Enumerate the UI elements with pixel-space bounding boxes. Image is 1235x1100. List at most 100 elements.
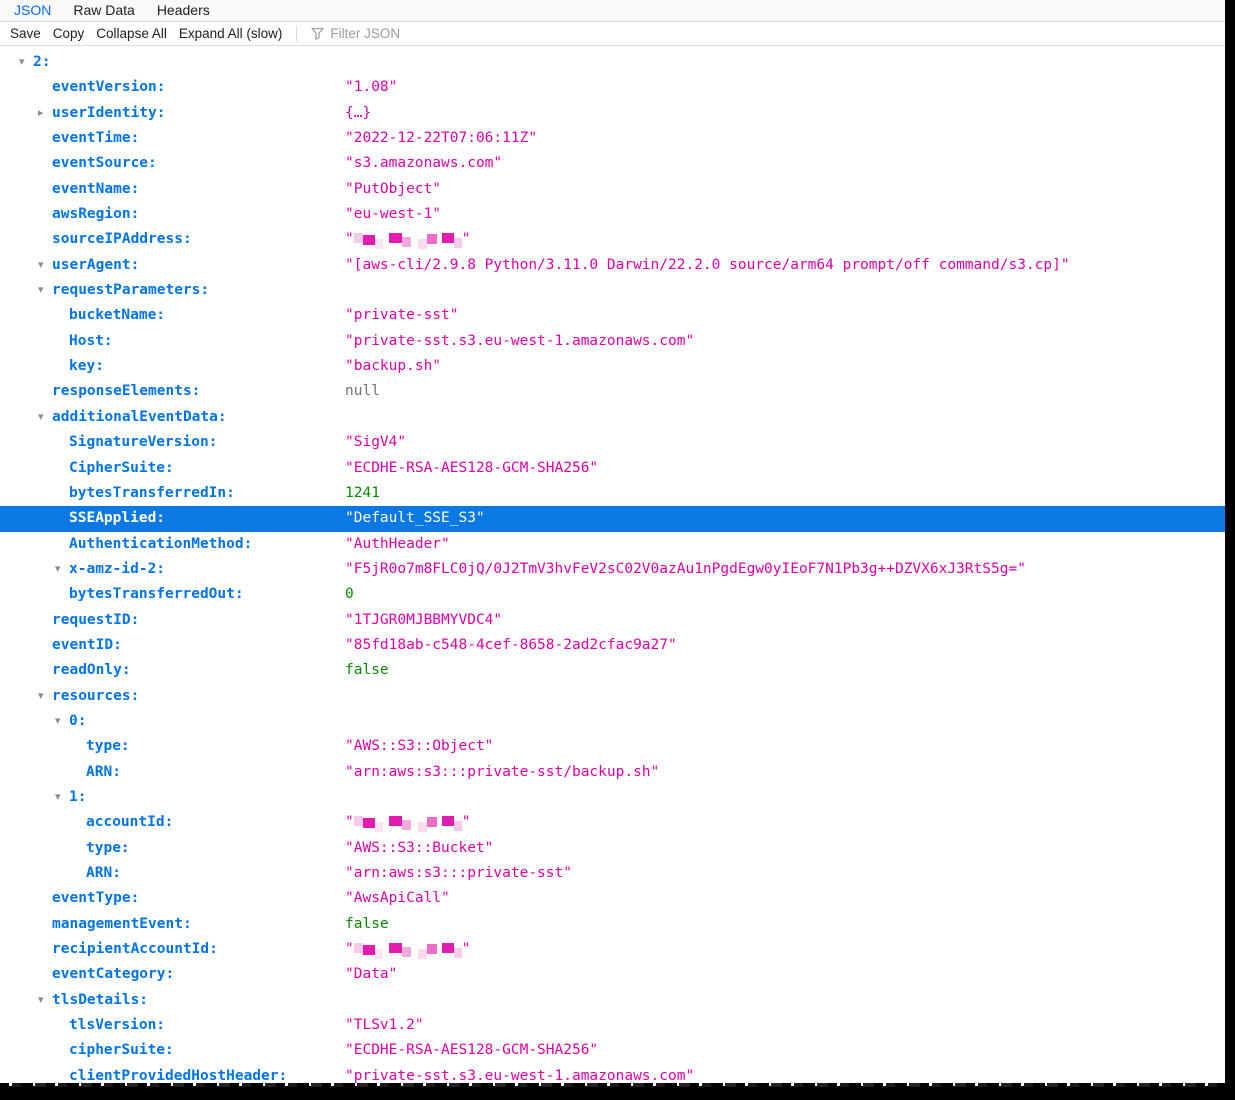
tab-headers[interactable]: Headers — [157, 0, 210, 21]
redaction-bar-right — [1225, 0, 1235, 1100]
json-row-CipherSuite[interactable]: CipherSuite:"ECDHE-RSA-AES128-GCM-SHA256… — [0, 456, 1235, 481]
redaction-bar-bottom — [0, 1086, 1235, 1100]
json-key: readOnly: — [52, 658, 131, 683]
json-row-eventType[interactable]: eventType:"AwsApiCall" — [0, 886, 1235, 911]
funnel-icon — [311, 27, 324, 40]
json-value: "eu-west-1" — [345, 202, 441, 227]
json-row-managementEvent[interactable]: managementEvent: false — [0, 912, 1235, 937]
collapse-arrow-icon[interactable]: ▾ — [55, 557, 61, 582]
tab-json[interactable]: JSON — [14, 0, 51, 21]
json-key: managementEvent: — [52, 912, 192, 937]
json-value: null — [345, 379, 380, 404]
collapse-arrow-icon[interactable]: ▾ — [38, 988, 44, 1013]
json-key: eventID: — [52, 633, 122, 658]
json-key: type: — [86, 734, 130, 759]
redacted-value: "" — [345, 810, 470, 835]
json-row-key[interactable]: key:"backup.sh" — [0, 354, 1235, 379]
json-row-tlsDetails[interactable]: ▾ tlsDetails: — [0, 988, 1235, 1013]
redacted-value: "" — [345, 937, 470, 962]
json-row-Host[interactable]: Host:"private-sst.s3.eu-west-1.amazonaws… — [0, 329, 1235, 354]
json-row-cipherSuite[interactable]: cipherSuite:"ECDHE-RSA-AES128-GCM-SHA256… — [0, 1038, 1235, 1063]
json-key: 0: — [69, 709, 86, 734]
json-viewer: JSON Raw Data Headers Save Copy Collapse… — [0, 0, 1235, 1100]
json-value: "private-sst.s3.eu-west-1.amazonaws.com" — [345, 329, 694, 354]
json-row-sourceIPAddress[interactable]: sourceIPAddress:"" — [0, 227, 1235, 252]
json-row-eventSource[interactable]: eventSource:"s3.amazonaws.com" — [0, 151, 1235, 176]
json-key: sourceIPAddress: — [52, 227, 192, 252]
expand-arrow-icon[interactable]: ▸ — [38, 101, 44, 126]
json-row-recipientAccountId[interactable]: recipientAccountId: "" — [0, 937, 1235, 962]
collapse-arrow-icon[interactable]: ▾ — [55, 785, 61, 810]
json-row-tlsVersion[interactable]: tlsVersion: "TLSv1.2" — [0, 1013, 1235, 1038]
json-key: accountId: — [86, 810, 173, 835]
json-row-awsRegion[interactable]: awsRegion: "eu-west-1" — [0, 202, 1235, 227]
json-row-accountId[interactable]: accountId: "" — [0, 810, 1235, 835]
json-value: 0 — [345, 582, 354, 607]
json-row-requestParameters[interactable]: ▾requestParameters: — [0, 278, 1235, 303]
json-row-0[interactable]: ▾ 0: — [0, 709, 1235, 734]
json-key: awsRegion: — [52, 202, 139, 227]
json-row-x-amz-id-2[interactable]: ▾x-amz-id-2:"F5jR0o7m8FLC0jQ/0J2TmV3hvFe… — [0, 557, 1235, 582]
collapse-arrow-icon[interactable]: ▾ — [19, 50, 25, 75]
json-row-responseElements[interactable]: responseElements:null — [0, 379, 1235, 404]
json-row-userAgent[interactable]: ▾userAgent:"[aws-cli/2.9.8 Python/3.11.0… — [0, 253, 1235, 278]
json-row-bucketName[interactable]: bucketName:"private-sst" — [0, 303, 1235, 328]
filter-json-input[interactable]: Filter JSON — [311, 26, 400, 41]
json-key: eventName: — [52, 177, 139, 202]
json-row-AuthenticationMethod[interactable]: AuthenticationMethod:"AuthHeader" — [0, 532, 1235, 557]
json-row-bytesTransferredOut[interactable]: bytesTransferredOut:0 — [0, 582, 1235, 607]
json-row-SignatureVersion[interactable]: SignatureVersion:"SigV4" — [0, 430, 1235, 455]
json-row-readOnly[interactable]: readOnly:false — [0, 658, 1235, 683]
collapse-arrow-icon[interactable]: ▾ — [38, 278, 44, 303]
json-row-resources[interactable]: ▾resources: — [0, 684, 1235, 709]
json-row-eventVersion[interactable]: eventVersion:"1.08" — [0, 75, 1235, 100]
json-key: eventCategory: — [52, 962, 174, 987]
json-key: eventType: — [52, 886, 139, 911]
json-key: recipientAccountId: — [52, 937, 218, 962]
collapse-arrow-icon[interactable]: ▾ — [55, 709, 61, 734]
json-row-type[interactable]: type:"AWS::S3::Object" — [0, 734, 1235, 759]
collapse-arrow-icon[interactable]: ▾ — [38, 253, 44, 278]
json-key: tlsVersion: — [69, 1013, 165, 1038]
save-button[interactable]: Save — [10, 26, 41, 41]
json-key: 2: — [33, 50, 50, 75]
json-row-ARN[interactable]: ARN:"arn:aws:s3:::private-sst/backup.sh" — [0, 760, 1235, 785]
json-value: "ECDHE-RSA-AES128-GCM-SHA256" — [345, 456, 598, 481]
tab-raw-data[interactable]: Raw Data — [73, 0, 134, 21]
expand-all-button[interactable]: Expand All (slow) — [179, 26, 283, 41]
copy-button[interactable]: Copy — [53, 26, 85, 41]
json-value: "F5jR0o7m8FLC0jQ/0J2TmV3hvFeV2sC02V0azAu… — [345, 557, 1026, 582]
collapse-arrow-icon[interactable]: ▾ — [38, 684, 44, 709]
json-key: eventSource: — [52, 151, 157, 176]
json-value: "[aws-cli/2.9.8 Python/3.11.0 Darwin/22.… — [345, 253, 1070, 278]
json-key: key: — [69, 354, 104, 379]
json-row-2[interactable]: ▾ 2: — [0, 50, 1235, 75]
json-key: bucketName: — [69, 303, 165, 328]
json-row-eventCategory[interactable]: eventCategory:"Data" — [0, 962, 1235, 987]
collapse-all-button[interactable]: Collapse All — [96, 26, 167, 41]
json-key: userIdentity: — [52, 101, 166, 126]
json-key: additionalEventData: — [52, 405, 227, 430]
json-key: type: — [86, 836, 130, 861]
json-row-requestID[interactable]: requestID:"1TJGR0MJBBMYVDC4" — [0, 608, 1235, 633]
json-row-1[interactable]: ▾1: — [0, 785, 1235, 810]
json-row-userIdentity[interactable]: ▸ userIdentity: {…} — [0, 101, 1235, 126]
json-row-eventTime[interactable]: eventTime:"2022-12-22T07:06:11Z" — [0, 126, 1235, 151]
json-row-bytesTransferredIn[interactable]: bytesTransferredIn:1241 — [0, 481, 1235, 506]
json-row-eventID[interactable]: eventID:"85fd18ab-c548-4cef-8658-2ad2cfa… — [0, 633, 1235, 658]
json-value: "PutObject" — [345, 177, 441, 202]
json-row-ARN[interactable]: ARN:"arn:aws:s3:::private-sst" — [0, 861, 1235, 886]
json-value: {…} — [345, 101, 371, 126]
tab-bar: JSON Raw Data Headers — [0, 0, 1235, 22]
json-key: bytesTransferredIn: — [69, 481, 235, 506]
json-row-type[interactable]: type:"AWS::S3::Bucket" — [0, 836, 1235, 861]
json-value: "Default_SSE_S3" — [345, 506, 485, 531]
json-row-eventName[interactable]: eventName: "PutObject" — [0, 177, 1235, 202]
json-value: "2022-12-22T07:06:11Z" — [345, 126, 537, 151]
json-row-SSEApplied[interactable]: SSEApplied:"Default_SSE_S3" — [0, 506, 1235, 531]
collapse-arrow-icon[interactable]: ▾ — [38, 405, 44, 430]
json-row-additionalEventData[interactable]: ▾ additionalEventData: — [0, 405, 1235, 430]
json-value: "TLSv1.2" — [345, 1013, 424, 1038]
json-key: tlsDetails: — [52, 988, 148, 1013]
json-value: false — [345, 912, 389, 937]
